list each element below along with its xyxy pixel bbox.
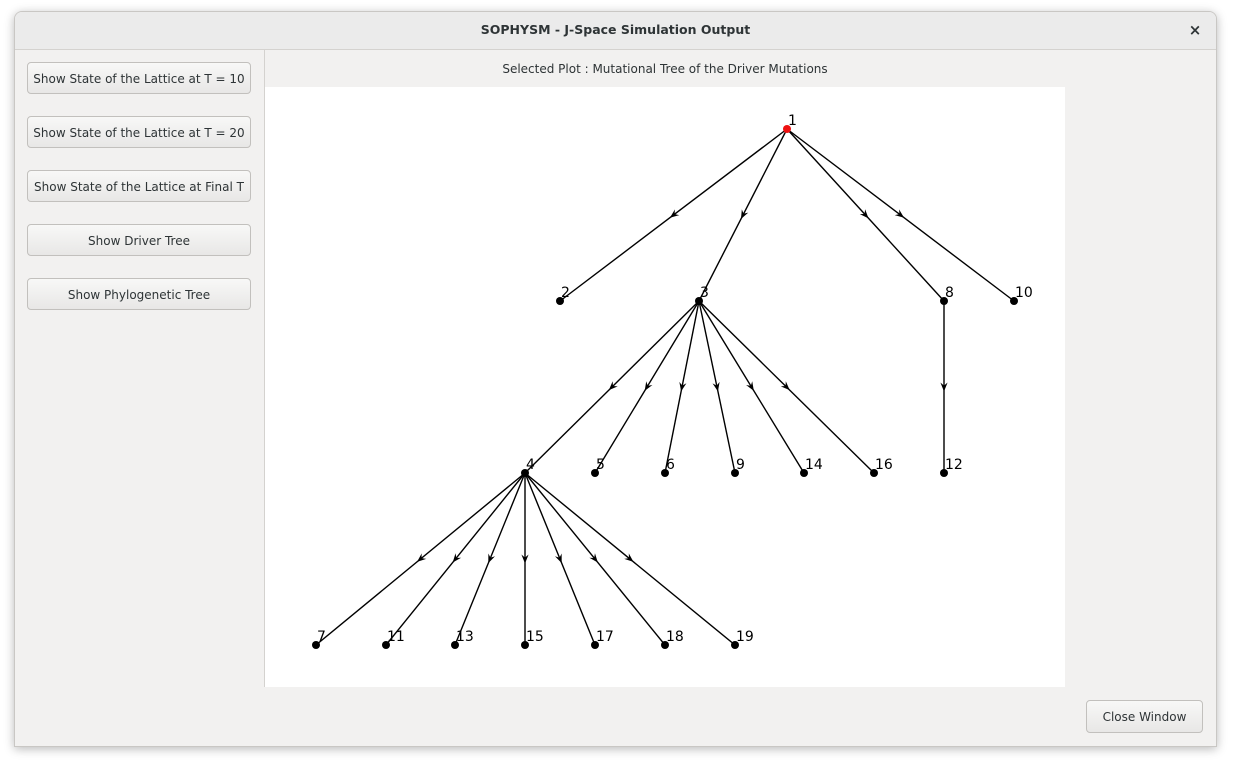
tree-node-label-17: 17 [596,629,614,645]
tree-node-label-1: 1 [788,113,797,129]
plot-caption: Selected Plot : Mutational Tree of the D… [502,62,828,76]
tree-node-label-10: 10 [1015,285,1033,301]
plot-area: 1 2 3 8 10 4 5 6 9 14 16 12 7 11 13 15 17 18 19 [265,87,1065,687]
tree-edge-arrow-3-14 [746,381,754,391]
tree-node-label-11: 11 [387,629,405,645]
show-lattice-t20-button[interactable]: Show State of the Lattice at T = 20 [27,116,251,148]
driver-tree-chart: 12 3 8 104 5 6 9 14 16 127 11 13 15 17 18 19 [312,113,1033,649]
tree-node-label-12: 12 [945,457,963,473]
title-bar[interactable]: SOPHYSM - J-Space Simulation Output × [15,12,1216,50]
tree-node-label-3: 3 [700,285,709,301]
app-window: SOPHYSM - J-Space Simulation Output × Sh… [14,11,1217,747]
tree-node-label-6: 6 [666,457,675,473]
close-icon[interactable]: × [1184,19,1206,41]
tree-node-label-18: 18 [666,629,684,645]
tree-node-label-7: 7 [317,629,326,645]
tree-edge-arrow-1-10 [894,209,905,218]
tree-node-label-15: 15 [526,629,544,645]
show-lattice-final-button[interactable]: Show State of the Lattice at Final T [27,170,251,202]
tree-node-label-14: 14 [805,457,823,473]
show-lattice-t10-button[interactable]: Show State of the Lattice at T = 10 [27,62,251,94]
sidebar: Show State of the Lattice at T = 10 Show… [15,50,265,687]
tree-node-label-9: 9 [736,457,745,473]
tree-node-label-8: 8 [945,285,954,301]
tree-node-label-5: 5 [596,457,605,473]
tree-node-label-13: 13 [456,629,474,645]
window-title: SOPHYSM - J-Space Simulation Output [480,22,751,37]
show-driver-tree-button[interactable]: Show Driver Tree [27,224,251,256]
show-phylogenetic-tree-button[interactable]: Show Phylogenetic Tree [27,278,251,310]
close-window-button[interactable]: Close Window [1086,700,1203,733]
tree-node-label-16: 16 [875,457,893,473]
tree-edge-arrow-3-5 [644,381,653,391]
tree-node-label-2: 2 [561,285,570,301]
tree-node-label-4: 4 [526,457,535,473]
tree-node-label-19: 19 [736,629,754,645]
tree-edge-arrow-1-2 [669,209,680,218]
